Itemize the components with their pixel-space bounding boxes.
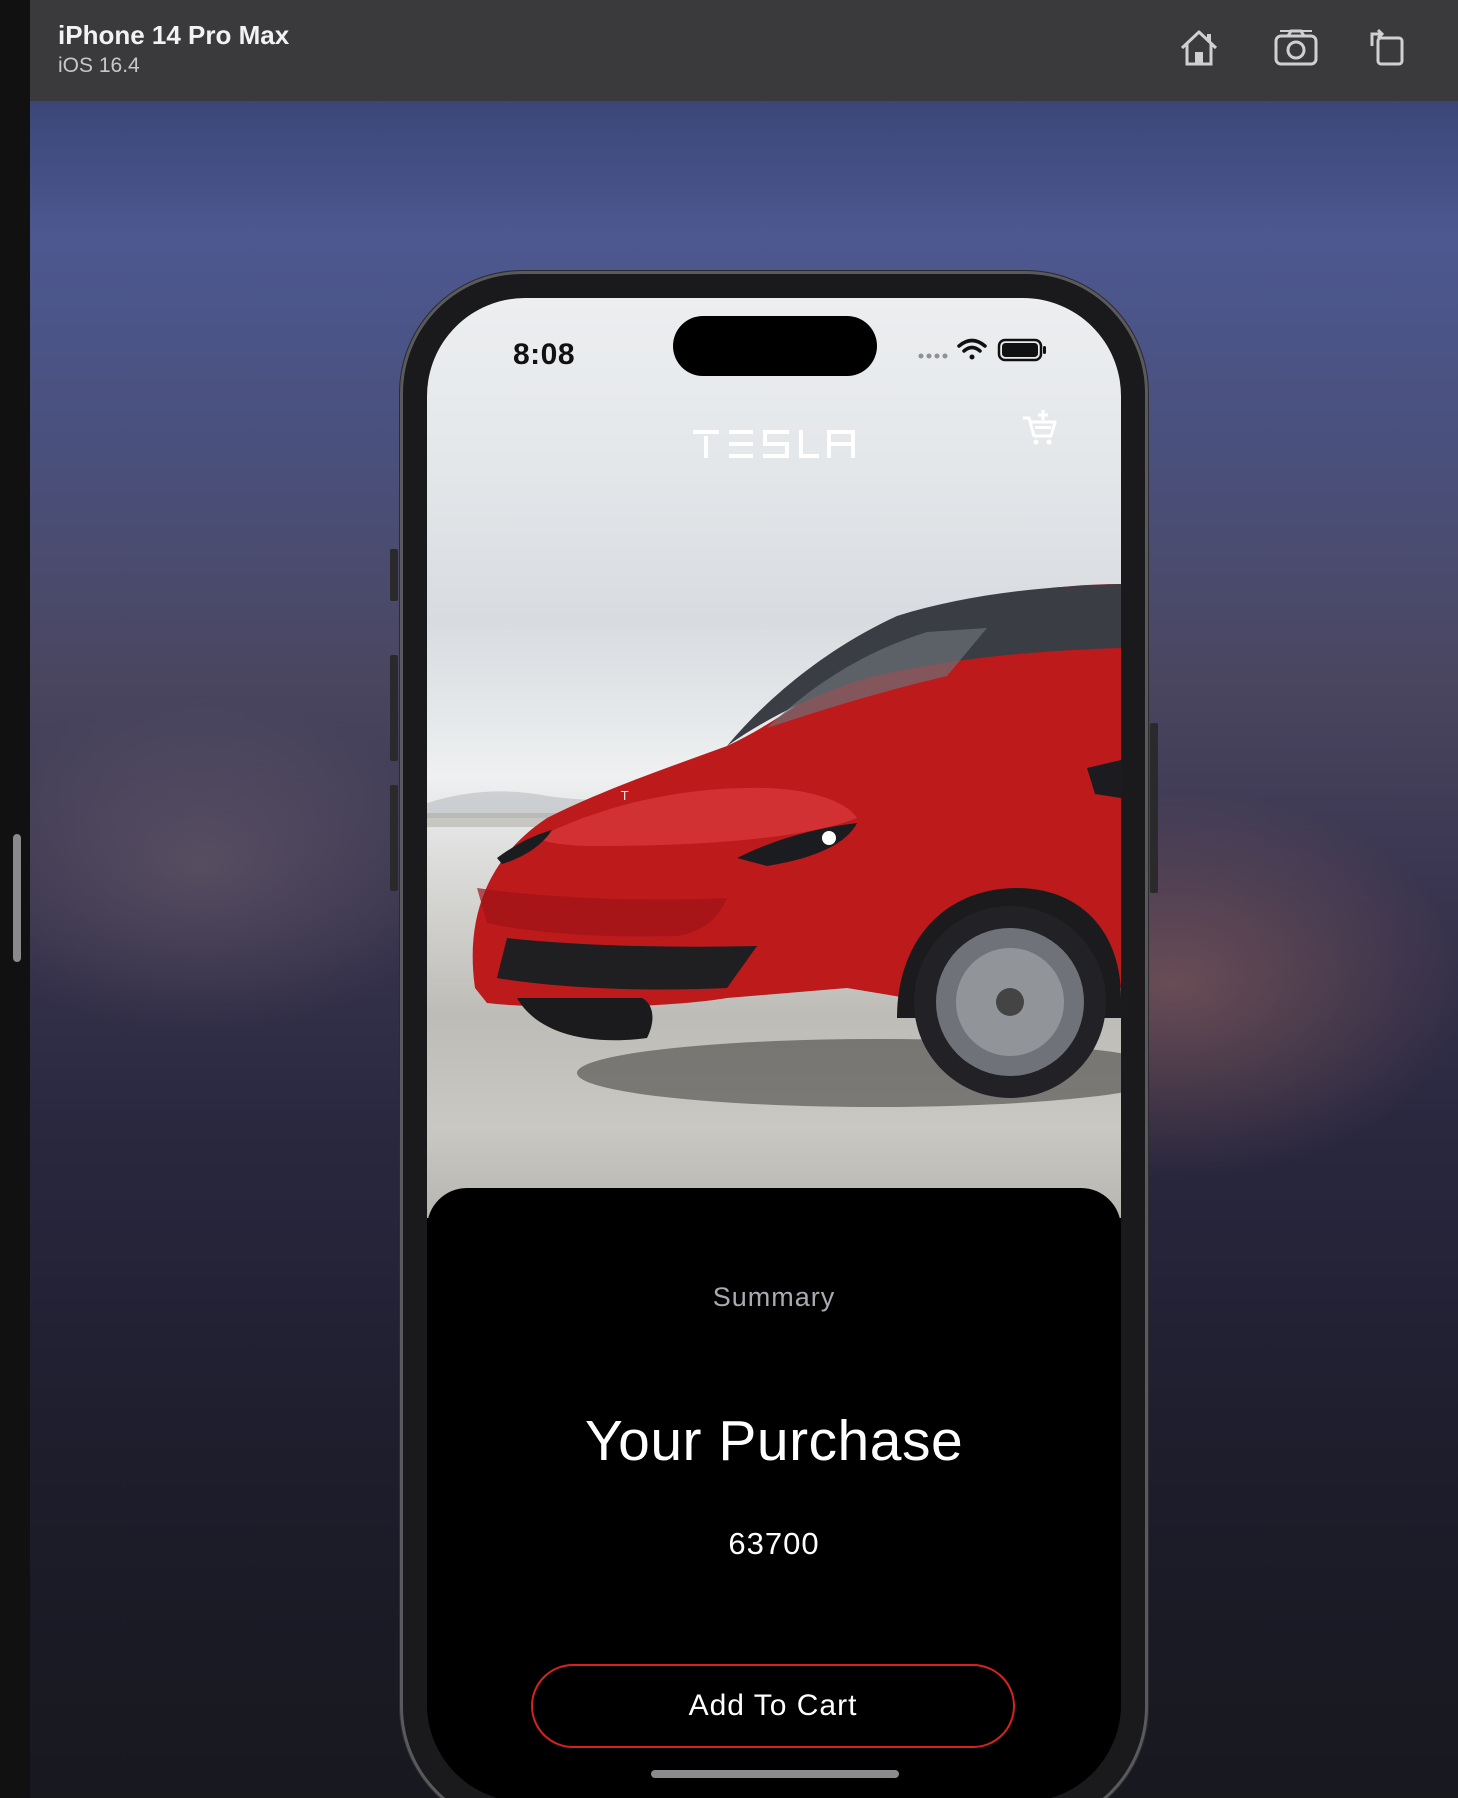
iphone-frame: T 8:08 Summary Your Purchase 63700 Add T…: [390, 271, 1158, 1798]
screenshot-icon: [1274, 29, 1318, 66]
cart-icon-svg: [1023, 410, 1057, 445]
status-icons-svg: [918, 338, 1046, 362]
scrollbar-thumb[interactable]: [13, 834, 21, 962]
rotate-button[interactable]: [1362, 22, 1414, 74]
signal-dots-icon: [918, 353, 948, 359]
hero-image: T 8:08: [427, 298, 1121, 1218]
home-icon: [1180, 30, 1218, 66]
simulator-titlebar: iPhone 14 Pro Max iOS 16.4: [30, 0, 1458, 101]
purchase-title: Your Purchase: [584, 1409, 964, 1473]
add-to-cart-button[interactable]: Add To Cart: [531, 1664, 1015, 1748]
summary-sheet: Summary Your Purchase 63700 Add To Cart: [427, 1188, 1121, 1798]
power-button: [1150, 723, 1158, 893]
device-name: iPhone 14 Pro Max: [58, 20, 290, 50]
purchase-price: 63700: [728, 1526, 820, 1561]
volume-up-button: [390, 655, 398, 761]
action-button: [390, 549, 398, 601]
phone-screen: T 8:08 Summary Your Purchase 63700 Add T…: [427, 298, 1121, 1798]
tesla-wordmark: [693, 430, 855, 458]
home-button[interactable]: [1173, 22, 1225, 74]
tesla-logo: [693, 428, 855, 462]
home-indicator[interactable]: [651, 1770, 899, 1778]
status-icons: [917, 334, 1067, 364]
battery-icon: [997, 338, 1046, 362]
os-version: iOS 16.4: [58, 54, 140, 77]
summary-label: Summary: [712, 1282, 836, 1312]
dynamic-island: [673, 316, 877, 376]
add-to-cart-icon[interactable]: [1019, 408, 1059, 448]
simulator-background: T 8:08 Summary Your Purchase 63700 Add T…: [30, 101, 1458, 1798]
screenshot-button[interactable]: [1270, 22, 1322, 74]
volume-down-button: [390, 785, 398, 891]
wifi-icon: [957, 338, 987, 360]
svg-text:T: T: [620, 789, 629, 803]
side-panel-strip: [0, 0, 30, 1798]
status-time: 8:08: [513, 338, 576, 371]
rotate-icon: [1370, 28, 1404, 66]
